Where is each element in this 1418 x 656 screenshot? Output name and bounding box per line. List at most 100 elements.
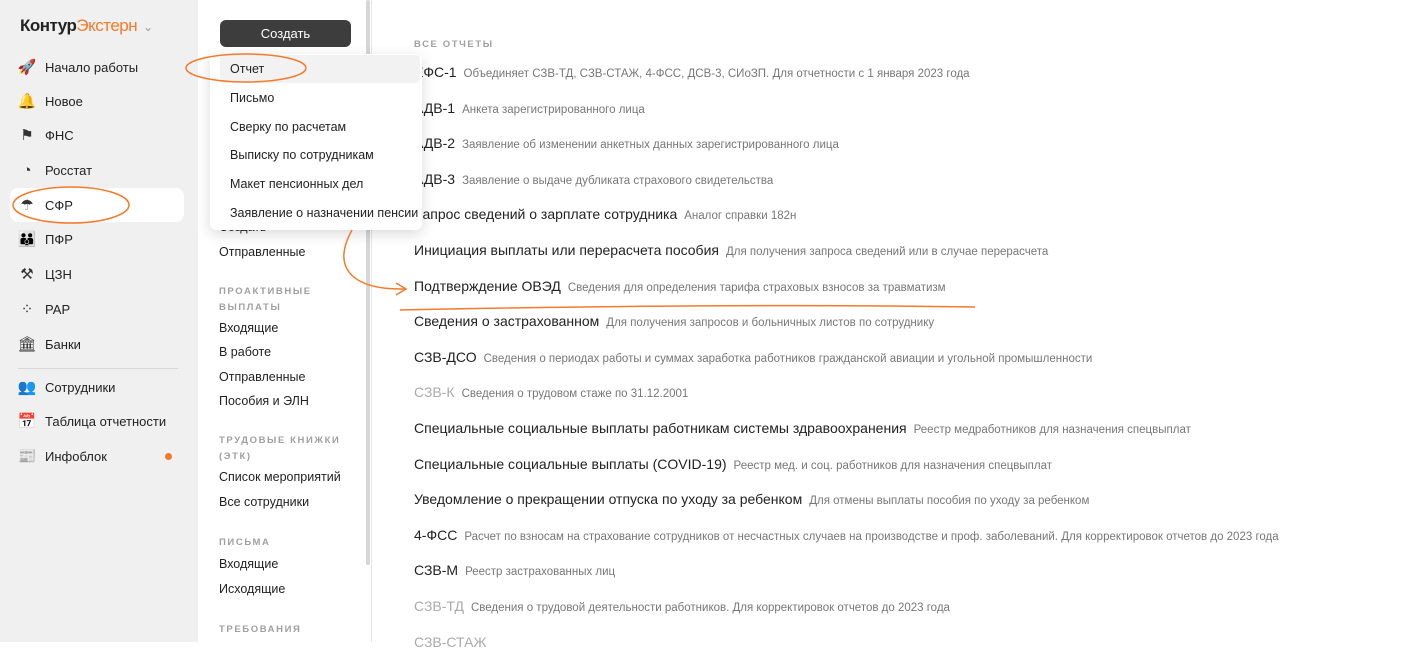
report-description: Сведения о периодах работы и суммах зара… [483, 352, 1093, 365]
report-item[interactable]: Сведения о застрахованном Для получения з… [414, 313, 934, 335]
sidebar-item-label: ФНС [45, 127, 74, 143]
report-description: Для получения запросов и больничных лист… [606, 317, 935, 330]
brand-part2: Экстерн [76, 16, 138, 35]
sidebar-item[interactable]: 🔔 Новое [10, 84, 184, 118]
flag-icon: ⚑ [20, 127, 34, 144]
sidebar-item[interactable]: ◔ Росстат [10, 153, 184, 187]
sidebar-item-label: ЦЗН [45, 266, 72, 282]
report-item[interactable]: АДВ-3 Заявление о выдаче дубликата страхо… [414, 171, 773, 193]
annotation-underline [399, 304, 976, 311]
chevron-down-icon[interactable]: ⌄ [143, 20, 153, 34]
report-title: Уведомление о прекращении отпуска по ухо… [414, 491, 803, 508]
pie-chart-icon: ◔ [22, 161, 32, 179]
sidebar-item-label: РАР [45, 301, 71, 317]
report-item[interactable]: АДВ-2 Заявление об изменении анкетных дан… [414, 135, 839, 157]
report-item[interactable]: Специальные социальные выплаты работника… [414, 420, 1191, 442]
menu-section-title: ТРУДОВЫЕ КНИЖКИ (ЭТК) [219, 435, 341, 462]
report-item[interactable]: Инициация выплаты или перерасчета пособи… [414, 242, 1048, 264]
sidebar-item[interactable]: ⁘ РАР [10, 292, 184, 326]
menu-item[interactable]: Пособия и ЭЛН [219, 394, 309, 408]
dropdown-item[interactable]: Письмо [220, 84, 420, 112]
menu-item[interactable]: Отправленные [219, 370, 305, 384]
sidebar-item-label: ПФР [45, 231, 73, 247]
sidebar-item[interactable]: 📰 Инфоблок [10, 439, 184, 473]
arrow-head-icon [395, 282, 408, 296]
people-group-icon: 👪 [17, 231, 37, 248]
sidebar-item[interactable]: ⚒ ЦЗН [10, 257, 184, 291]
report-description: Сведения о трудовой деятельности работни… [470, 602, 950, 614]
sidebar-item-label: Сотрудники [45, 379, 116, 395]
report-item[interactable]: СЗВ-СТАЖ [414, 634, 493, 656]
create-button[interactable]: Создать [220, 20, 351, 47]
report-title: Специальные социальные выплаты работника… [414, 420, 907, 436]
report-title: СЗВ-ТД [414, 598, 464, 614]
report-item[interactable]: ЕФС-1 Объединяет СЗВ-ТД, СЗВ-СТАЖ, 4-ФСС,… [414, 64, 970, 86]
report-description: Сведения о трудовом стаже по 31.12.2001 [461, 388, 689, 401]
sidebar-item-label: Таблица отчетности [45, 413, 167, 429]
report-title: Запрос сведений о зарплате сотрудника [414, 206, 678, 223]
menu-section-title: ПИСЬМА [219, 537, 271, 548]
report-description: Заявление о выдаче дубликата страхового … [462, 174, 774, 187]
report-item[interactable]: 4-ФСС Расчет по взносам на страхование со… [414, 527, 1279, 549]
report-item[interactable]: СЗВ-К Сведения о трудовом стаже по 31.12.… [414, 384, 688, 406]
menu-item[interactable]: Список мероприятий [219, 470, 341, 484]
dropdown-item[interactable]: Сверку по расчетам [220, 113, 420, 141]
news-icon: 📰 [17, 448, 37, 465]
notification-dot [165, 452, 172, 460]
sidebar-item-label: Инфоблок [45, 448, 107, 464]
rocket-icon: 🚀 [17, 59, 37, 76]
dropdown-item[interactable]: Макет пенсионных дел [220, 170, 420, 198]
menu-section-title: ПРОАКТИВНЫЕ ВЫПЛАТЫ [219, 286, 312, 313]
sidebar-item[interactable]: 🚀 Начало работы [10, 50, 184, 84]
report-description: Аналог справки 182н [684, 210, 797, 223]
report-item[interactable]: Запрос сведений о зарплате сотрудника Ана… [414, 206, 796, 228]
menu-item[interactable]: Входящие [219, 557, 278, 571]
menu-item[interactable]: Все сотрудники [219, 495, 309, 509]
sidebar-item[interactable]: 👪 ПФР [10, 222, 184, 256]
sidebar-item[interactable]: 📅 Таблица отчетности [10, 404, 184, 438]
menu-section-title: ТРЕБОВАНИЯ [219, 624, 302, 635]
sidebar-item-label: Новое [45, 93, 83, 109]
menu-item[interactable]: Входящие [219, 321, 278, 335]
report-item[interactable]: СЗВ-М Реестр застрахованных лиц [414, 562, 615, 584]
umbrella-icon: ☂ [20, 197, 34, 214]
brand-part1: Контур [20, 16, 77, 35]
sidebar-item[interactable]: 🏛 Банки [10, 327, 184, 361]
report-description: Для получения запроса сведений или в слу… [725, 246, 1049, 258]
sidebar-item-label: СФР [45, 197, 73, 213]
sidebar-item[interactable]: ☂ СФР [10, 188, 184, 222]
sidebar-item[interactable]: 👥 Сотрудники [10, 370, 184, 404]
report-description: Объединяет СЗВ-ТД, СЗВ-СТАЖ, 4-ФСС, ДСВ-… [463, 68, 970, 80]
report-description: Заявление об изменении анкетных данных з… [462, 139, 839, 152]
report-title: Специальные социальные выплаты (COVID-19… [414, 455, 727, 472]
report-title: СЗВ-ДСО [414, 348, 477, 365]
report-item[interactable]: АДВ-1 Анкета зарегистрированного лица [414, 100, 645, 122]
report-item[interactable]: Уведомление о прекращении отпуска по ухо… [414, 491, 1089, 513]
report-title: СЗВ-М [414, 562, 459, 579]
menu-item[interactable]: В работе [219, 345, 271, 359]
dropdown-item[interactable]: Отчет [220, 55, 420, 83]
report-item[interactable]: Специальные социальные выплаты (COVID-19… [414, 456, 1052, 478]
dropdown-item[interactable]: Заявление о назначении пенсии [220, 199, 420, 227]
report-description: Реестр медработников для назначения спец… [913, 424, 1191, 436]
report-title: Подтверждение ОВЭД [414, 277, 561, 294]
report-title: 4-ФСС [414, 526, 458, 543]
report-item[interactable]: Подтверждение ОВЭД Сведения для определен… [414, 278, 946, 300]
brand-logo[interactable]: КонтурЭкстерн ⌄ [20, 16, 153, 36]
dropdown-item[interactable]: Выписку по сотрудникам [220, 141, 420, 169]
bell-icon: 🔔 [17, 93, 37, 110]
sidebar-item-label: Росстат [45, 162, 93, 178]
report-item[interactable]: СЗВ-ДСО Сведения о периодах работы и сумм… [414, 349, 1092, 371]
menu-item[interactable]: Отправленные [219, 245, 305, 259]
report-title: Сведения о застрахованном [414, 313, 600, 330]
calendar-icon: 📅 [17, 413, 37, 430]
menu-item[interactable]: Исходящие [219, 582, 285, 596]
sidebar-item-label: Банки [45, 336, 81, 352]
bank-icon: 🏛 [17, 336, 37, 353]
users-icon: 👥 [17, 379, 37, 396]
report-description: Расчет по взносам на страхование сотрудн… [464, 530, 1279, 543]
grapes-icon: ⁘ [20, 301, 34, 318]
report-item[interactable]: СЗВ-ТД Сведения о трудовой деятельности р… [414, 598, 950, 620]
report-description: Анкета зарегистрированного лица [462, 103, 645, 116]
sidebar-item[interactable]: ⚑ ФНС [10, 118, 184, 152]
